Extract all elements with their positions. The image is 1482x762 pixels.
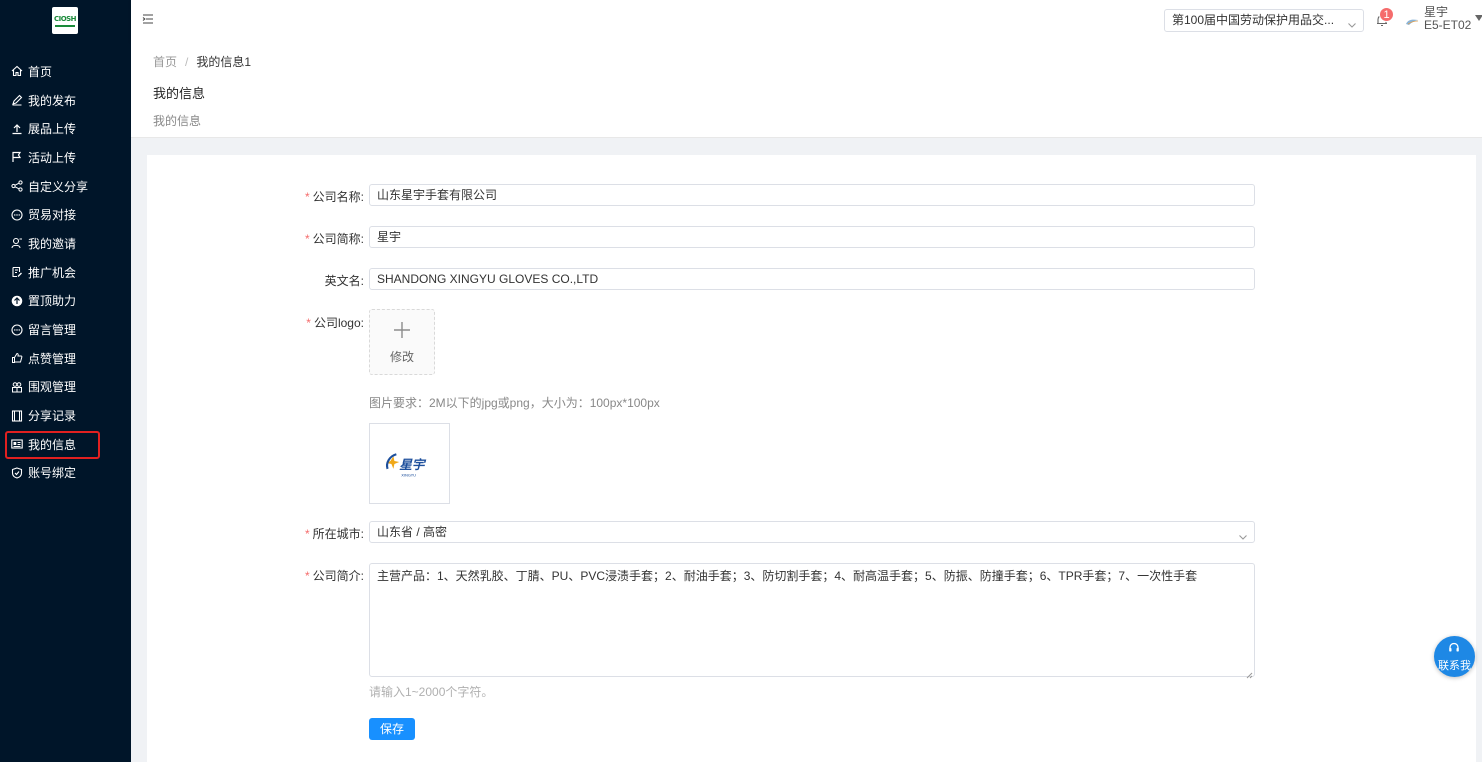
share-icon [11,180,23,192]
home-icon [11,65,23,77]
sidebar-item-share-records[interactable]: 分享记录 [0,401,131,430]
sidebar-item-event-upload[interactable]: 活动上传 [0,143,131,172]
expo-select[interactable]: 第100届中国劳动保护用品交... [1164,9,1364,32]
company-name-input[interactable]: 山东星宇手套有限公司 [369,184,1255,206]
sidebar-item-account-binding[interactable]: 账号绑定 [0,459,131,488]
intro-hint: 请输入1~2000个字符。 [369,685,494,699]
company-short-label: * 公司简称: [304,232,364,246]
plus-icon [394,322,410,338]
english-name-input[interactable]: SHANDONG XINGYU GLOVES CO.,LTD [369,268,1255,290]
chat-icon [11,209,23,221]
ciosh-logo[interactable]: CIOSH [52,7,78,34]
city-select[interactable]: 山东省 / 高密 [369,521,1255,543]
breadcrumb: 首页 / 我的信息1 [153,55,252,69]
english-name-label: 英文名: [324,274,364,288]
sidebar-item-my-info[interactable]: 我的信息 [0,430,131,459]
intro-textarea[interactable]: 主营产品：1、天然乳胶、丁腈、PU、PVC浸渍手套；2、耐油手套；3、防切割手套… [369,563,1255,679]
sidebar: CIOSH 首页 我的发布 展品上传 活动上传 自定义分享 贸易对接 我的邀请 … [0,0,131,762]
company-short-input[interactable]: 星宇 [369,226,1255,248]
page-title: 我的信息 [153,86,206,101]
breadcrumb-current: 我的信息1 [196,55,252,69]
watch-icon [11,381,23,393]
sidebar-item-watch-mgmt[interactable]: 围观管理 [0,373,131,402]
menu-fold-icon[interactable] [142,13,154,25]
chevron-down-icon [1238,528,1248,540]
message-icon [11,323,23,336]
upload-icon [11,123,23,135]
company-logo-label: * 公司logo: [306,316,364,330]
like-icon [11,352,23,364]
avatar[interactable] [1405,15,1419,25]
xingyu-logo: 星宇 XINGYU [386,453,427,478]
sidebar-item-promotion[interactable]: 推广机会 [0,258,131,287]
page-header: 首页 / 我的信息1 我的信息 我的信息 [131,42,1482,138]
info-form-card: * 公司名称: 山东星宇手套有限公司 * 公司简称: 星宇 英文名: SHANDON… [147,155,1476,762]
headset-icon [1448,642,1460,654]
top-header: 第100届中国劳动保护用品交... 1 星宇 E5-ET02 [131,0,1482,42]
save-button[interactable]: 保存 [369,718,415,740]
flag-icon [11,151,23,163]
promote-icon [11,266,23,278]
top-icon [11,295,23,307]
svg-text:XINGYU: XINGYU [401,473,416,478]
contact-me-button[interactable]: 联系我 [1434,636,1475,677]
chevron-down-icon [1347,16,1357,28]
logo-hint: 图片要求：2M以下的jpg或png，大小为：100px*100px [369,396,660,410]
breadcrumb-home[interactable]: 首页 [153,55,177,69]
record-icon [11,410,23,422]
invite-icon [11,237,23,249]
sidebar-menu: 首页 我的发布 展品上传 活动上传 自定义分享 贸易对接 我的邀请 推广机会 置… [0,57,131,487]
shield-icon [11,467,23,479]
company-name-label: * 公司名称: [304,190,364,204]
sidebar-item-like-mgmt[interactable]: 点赞管理 [0,344,131,373]
sidebar-item-my-invites[interactable]: 我的邀请 [0,229,131,258]
logo-upload-button[interactable]: 修改 [369,309,435,375]
sidebar-item-message-mgmt[interactable]: 留言管理 [0,315,131,344]
sidebar-item-custom-share[interactable]: 自定义分享 [0,172,131,201]
sidebar-item-my-posts[interactable]: 我的发布 [0,86,131,115]
id-card-icon [11,438,23,450]
logo-preview-image: 星宇 XINGYU [369,423,450,504]
sidebar-item-home[interactable]: 首页 [0,57,131,86]
svg-text:星宇: 星宇 [399,457,427,472]
sidebar-item-pin-boost[interactable]: 置顶助力 [0,287,131,316]
resize-handle-icon[interactable] [1245,667,1253,679]
sidebar-item-trade-match[interactable]: 贸易对接 [0,200,131,229]
notification-badge: 1 [1379,7,1394,22]
page-subtitle: 我的信息 [153,114,202,128]
intro-label: * 公司简介: [304,569,364,583]
caret-down-icon[interactable] [1475,15,1482,21]
edit-icon [11,94,23,106]
city-label: * 所在城市: [304,527,364,541]
sidebar-item-exhibit-upload[interactable]: 展品上传 [0,114,131,143]
user-id: E5-ET02 [1424,18,1472,32]
